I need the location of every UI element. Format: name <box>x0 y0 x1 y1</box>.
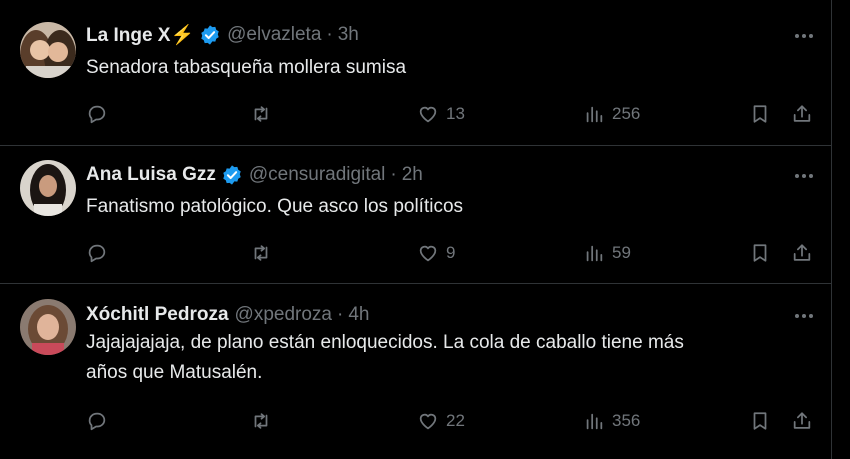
like-icon <box>419 106 437 123</box>
user-handle[interactable]: @censuradigital <box>249 164 386 186</box>
tweet-header: La Inge X⚡ @elvazleta · 3h <box>86 22 359 48</box>
views-icon <box>586 413 603 430</box>
retweet-button[interactable] <box>250 406 279 436</box>
share-button[interactable] <box>791 406 813 436</box>
bookmark-icon <box>753 244 767 262</box>
reply-icon <box>88 105 106 124</box>
verified-badge-icon <box>223 165 241 185</box>
retweet-icon <box>254 106 268 122</box>
avatar[interactable] <box>20 22 76 78</box>
reply-button[interactable] <box>86 406 115 436</box>
reply-icon <box>88 412 106 431</box>
user-handle[interactable]: @xpedroza <box>235 304 332 326</box>
timestamp[interactable]: 3h <box>338 24 359 46</box>
views-icon <box>586 106 603 123</box>
tweet-text-line: Jajajajajaja, de plano están enloquecido… <box>86 332 684 353</box>
verified-badge-icon <box>201 25 219 45</box>
views-icon <box>586 245 603 262</box>
reply-icon <box>88 244 106 263</box>
bookmark-icon <box>753 105 767 123</box>
tweet-actions: 22 356 <box>86 406 826 436</box>
display-name[interactable]: Ana Luisa Gzz <box>86 164 216 186</box>
tweet-text: Fanatismo patológico. Que asco los polít… <box>86 196 464 217</box>
like-count: 22 <box>446 411 465 430</box>
bookmark-button[interactable] <box>749 406 771 436</box>
retweet-button[interactable] <box>250 238 279 268</box>
tweet-actions: 9 59 <box>86 238 826 268</box>
share-icon <box>793 244 811 261</box>
like-button[interactable]: 9 <box>417 238 455 268</box>
like-icon <box>419 413 437 430</box>
separator-dot: · <box>390 164 397 185</box>
more-icon[interactable] <box>790 26 818 46</box>
view-count: 59 <box>612 243 631 262</box>
user-handle[interactable]: @elvazleta <box>227 24 321 46</box>
share-button[interactable] <box>791 99 813 129</box>
tweet-text-line: años que Matusalén. <box>86 362 263 383</box>
divider <box>0 283 831 284</box>
tweet-text: Jajajajajaja, de plano están enloquecido… <box>86 328 786 388</box>
tweet-actions: 13 256 <box>86 99 826 129</box>
share-icon <box>793 105 811 122</box>
more-icon[interactable] <box>790 166 818 186</box>
reply-button[interactable] <box>86 99 115 129</box>
divider <box>0 145 831 146</box>
timestamp[interactable]: 4h <box>348 304 369 326</box>
share-icon <box>793 412 811 429</box>
display-name[interactable]: La Inge X⚡ <box>86 23 194 47</box>
views-button[interactable]: 356 <box>583 406 640 436</box>
views-button[interactable]: 59 <box>583 238 631 268</box>
more-icon[interactable] <box>790 306 818 326</box>
view-count: 256 <box>612 104 641 123</box>
timeline-border <box>831 0 832 459</box>
tweet-header: Ana Luisa Gzz @censuradigital · 2h <box>86 162 423 188</box>
retweet-icon <box>254 245 268 261</box>
like-count: 9 <box>446 243 456 262</box>
reply-button[interactable] <box>86 238 115 268</box>
separator-dot: · <box>336 304 344 325</box>
like-button[interactable]: 13 <box>417 99 465 129</box>
tweet[interactable]: La Inge X⚡ @elvazleta · 3h Senadora taba… <box>0 0 831 145</box>
retweet-button[interactable] <box>250 99 279 129</box>
separator-dot: · <box>326 24 333 45</box>
tweet-header: Xóchitl Pedroza @xpedroza · 4h <box>86 302 369 328</box>
bookmark-button[interactable] <box>749 238 771 268</box>
like-icon <box>419 245 437 262</box>
display-name[interactable]: Xóchitl Pedroza <box>86 304 229 326</box>
like-button[interactable]: 22 <box>417 406 465 436</box>
like-count: 13 <box>446 104 465 123</box>
timestamp[interactable]: 2h <box>402 164 423 186</box>
retweet-icon <box>254 413 268 429</box>
avatar[interactable] <box>20 160 76 216</box>
tweet-text: Senadora tabasqueña mollera sumisa <box>86 57 407 78</box>
bookmark-button[interactable] <box>749 99 771 129</box>
avatar[interactable] <box>20 299 76 355</box>
share-button[interactable] <box>791 238 813 268</box>
views-button[interactable]: 256 <box>583 99 640 129</box>
view-count: 356 <box>612 411 641 430</box>
bookmark-icon <box>753 412 767 430</box>
